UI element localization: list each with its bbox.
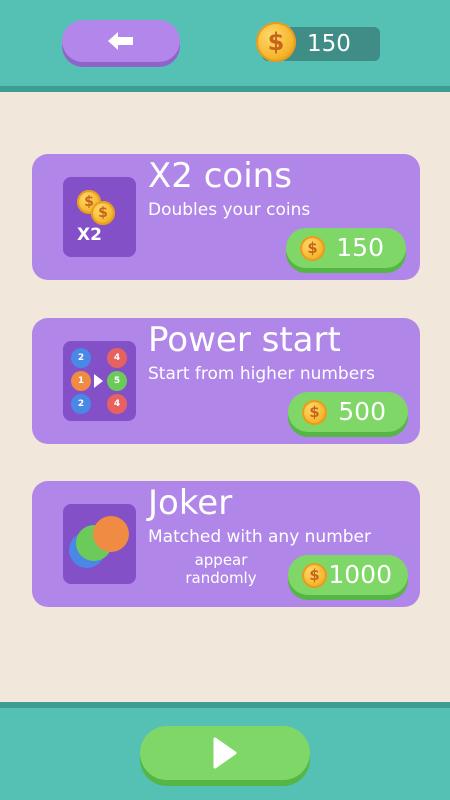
double-coins-icon: $ $ X2	[63, 177, 136, 257]
coin-count: 150	[307, 31, 351, 57]
arrow-left-icon	[108, 32, 133, 50]
price: 1000	[328, 560, 392, 589]
buy-joker-button[interactable]: $ 1000	[288, 555, 408, 595]
number-circle: 5	[107, 371, 127, 391]
coin-icon: $	[91, 201, 115, 225]
item-description: Start from higher numbers	[148, 364, 376, 384]
number-circle: 4	[107, 348, 127, 368]
price: 500	[338, 397, 386, 426]
number-grid-icon: 2 4 1 5 2 4	[63, 341, 136, 421]
price: 150	[336, 233, 384, 262]
coin-icon: $	[256, 22, 296, 62]
coin-icon: $	[300, 236, 325, 261]
buy-x2-coins-button[interactable]: $ 150	[286, 228, 406, 268]
shop-item-x2-coins: $ $ X2 X2 coins Doubles your coins $ 150	[32, 154, 420, 280]
coin-icon: $	[302, 563, 327, 588]
number-circle: 2	[71, 394, 91, 414]
play-button[interactable]	[140, 726, 310, 780]
number-circle: 4	[107, 394, 127, 414]
number-circle: 1	[71, 371, 91, 391]
item-title: Power start	[148, 320, 341, 360]
buy-power-start-button[interactable]: $ 500	[288, 392, 408, 432]
item-title: Joker	[148, 483, 233, 523]
back-button[interactable]	[62, 20, 180, 62]
number-circle: 2	[71, 348, 91, 368]
bottom-bar	[0, 702, 450, 800]
coin-icon: $	[302, 400, 327, 425]
play-icon	[213, 737, 237, 769]
joker-circles-icon	[63, 504, 136, 584]
item-description: Matched with any number	[148, 527, 372, 547]
orange-circle	[93, 516, 129, 552]
shop-item-power-start: 2 4 1 5 2 4 Power start Start from highe…	[32, 318, 420, 444]
item-description: Doubles your coins	[148, 200, 311, 220]
top-bar: 150 $	[0, 0, 450, 92]
x2-label: X2	[77, 225, 102, 245]
item-title: X2 coins	[148, 156, 292, 196]
arrow-right-icon	[94, 374, 103, 388]
shop-item-joker: Joker Matched with any number appear ran…	[32, 481, 420, 607]
item-note: appear randomly	[185, 551, 257, 587]
